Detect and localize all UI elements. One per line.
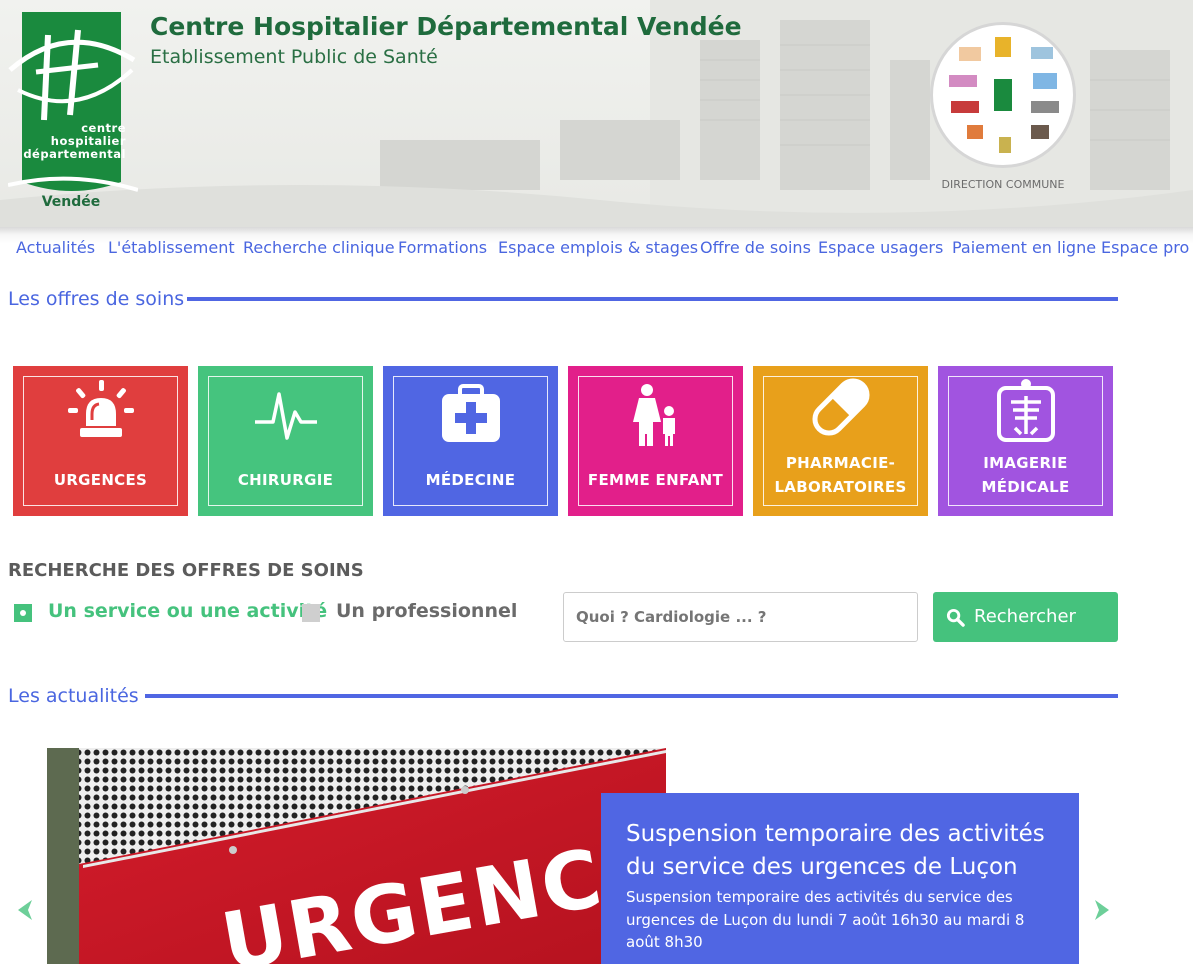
- site-subtitle: Etablissement Public de Santé: [150, 46, 438, 68]
- search-button[interactable]: Rechercher: [933, 592, 1118, 642]
- search-heading: RECHERCHE DES OFFRES DE SOINS: [8, 560, 364, 581]
- heartbeat-icon: [198, 376, 373, 440]
- nav-etablissement[interactable]: L'établissement: [108, 238, 235, 257]
- news-card-summary: Suspension temporaire des activités du s…: [626, 888, 1025, 951]
- news-image[interactable]: URGENCE: [47, 748, 666, 964]
- siren-icon: [13, 376, 188, 438]
- news-card-title[interactable]: Suspension temporaire des activités du s…: [626, 818, 1056, 884]
- search-icon: [946, 608, 965, 627]
- carousel-prev-icon[interactable]: [14, 895, 38, 925]
- tile-femme-enfant[interactable]: FEMME ENFANT: [568, 366, 743, 516]
- nav-espace-pro[interactable]: Espace pro: [1101, 238, 1189, 257]
- pill-icon: [753, 372, 928, 436]
- mother-child-icon: [568, 376, 743, 448]
- partner-logo-grid: [949, 37, 1059, 153]
- nav-offre-de-soins[interactable]: Offre de soins: [700, 238, 811, 257]
- xray-icon: [938, 374, 1113, 442]
- logo-text: centre hospitalier départemental: [23, 121, 126, 161]
- offres-section-divider: [187, 297, 1118, 301]
- radio-professional-label[interactable]: Un professionnel: [336, 600, 517, 622]
- site-header: centre hospitalier départemental Vendée …: [0, 0, 1193, 227]
- nav-espace-emplois[interactable]: Espace emplois & stages: [498, 238, 698, 257]
- tile-label: URGENCES: [53, 471, 148, 489]
- chd-vendee-logo[interactable]: [8, 10, 138, 215]
- direction-commune-logo[interactable]: [930, 22, 1076, 168]
- radio-service[interactable]: [14, 604, 32, 622]
- nav-paiement-en-ligne[interactable]: Paiement en ligne: [952, 238, 1096, 257]
- site-title: Centre Hospitalier Départemental Vendée: [150, 12, 742, 41]
- tile-urgences[interactable]: URGENCES: [13, 366, 188, 516]
- tile-label: MÉDECINE: [425, 471, 516, 489]
- news-section-divider: [145, 694, 1118, 698]
- nav-formations[interactable]: Formations: [398, 238, 487, 257]
- nav-recherche-clinique[interactable]: Recherche clinique: [243, 238, 395, 257]
- medical-kit-icon: [383, 376, 558, 442]
- news-section-title: Les actualités: [8, 685, 139, 707]
- tile-medecine[interactable]: MÉDECINE: [383, 366, 558, 516]
- tile-imagerie-medicale[interactable]: IMAGERIE MÉDICALE: [938, 366, 1113, 516]
- news-card[interactable]: Suspension temporaire des activités du s…: [601, 793, 1079, 964]
- tile-label: FEMME ENFANT: [587, 471, 724, 489]
- nav-actualites[interactable]: Actualités: [16, 238, 95, 257]
- tile-pharmacie-laboratoires[interactable]: PHARMACIE- LABORATOIRES: [753, 366, 928, 516]
- tile-label: IMAGERIE MÉDICALE: [981, 454, 1070, 496]
- search-button-label: Rechercher: [974, 606, 1076, 627]
- direction-commune-label: DIRECTION COMMUNE: [941, 178, 1065, 191]
- search-input[interactable]: [563, 592, 918, 642]
- tile-label: CHIRURGIE: [237, 471, 334, 489]
- tile-label: PHARMACIE- LABORATOIRES: [774, 454, 907, 496]
- nav-espace-usagers[interactable]: Espace usagers: [818, 238, 943, 257]
- logo-region: Vendée: [41, 194, 101, 210]
- partner-logos: [949, 37, 1059, 153]
- offres-section-title: Les offres de soins: [8, 288, 185, 310]
- tile-chirurgie[interactable]: CHIRURGIE: [198, 366, 373, 516]
- radio-service-label[interactable]: Un service ou une activité: [48, 600, 327, 622]
- carousel-next-icon[interactable]: [1089, 895, 1113, 925]
- radio-professional[interactable]: [302, 604, 320, 622]
